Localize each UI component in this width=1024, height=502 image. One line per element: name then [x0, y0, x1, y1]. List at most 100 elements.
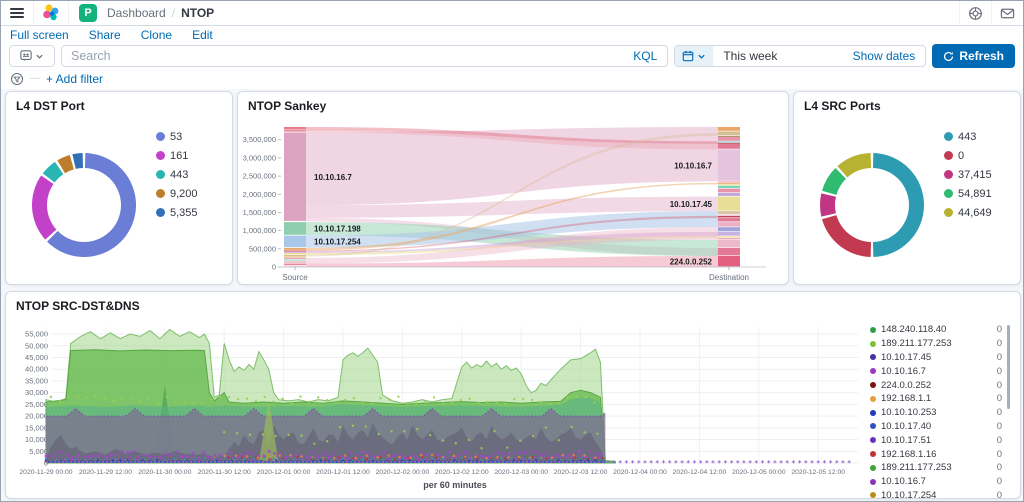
sankey-node[interactable] [284, 250, 306, 251]
date-quick-select-button[interactable] [675, 46, 713, 66]
legend-item[interactable]: 44,649 [944, 203, 992, 222]
sankey-node[interactable] [284, 256, 306, 257]
sankey-node[interactable] [718, 216, 740, 218]
sankey-node[interactable] [284, 253, 306, 254]
sankey-node[interactable] [718, 143, 740, 144]
legend-item[interactable]: 53 [156, 127, 198, 146]
legend-item[interactable]: 161 [156, 146, 198, 165]
sankey-node[interactable] [284, 266, 306, 267]
sankey-node[interactable] [718, 136, 740, 137]
legend-item[interactable]: 10.10.17.510 [870, 433, 1002, 447]
sankey-node[interactable] [718, 183, 740, 184]
donut-slice-37,415[interactable] [820, 193, 836, 216]
newsfeed-button[interactable] [991, 1, 1023, 25]
legend-value: 0 [997, 421, 1002, 432]
donut-slice-44,649[interactable] [837, 153, 871, 177]
legend-item[interactable]: 10.10.16.70 [870, 475, 1002, 489]
legend-item[interactable]: 54,891 [944, 184, 992, 203]
sankey-node[interactable] [718, 222, 740, 226]
sankey-node[interactable] [284, 255, 306, 256]
space-avatar[interactable]: P [79, 4, 97, 22]
legend-item[interactable]: 443 [156, 165, 198, 184]
sankey-node[interactable] [284, 131, 306, 132]
sankey-node[interactable] [718, 197, 740, 211]
src-ports-donut-chart [794, 115, 944, 283]
share-button[interactable]: Share [89, 28, 121, 42]
search-input[interactable] [62, 49, 623, 63]
sankey-node[interactable] [284, 260, 306, 261]
sankey-node[interactable] [718, 137, 740, 141]
sankey-node[interactable] [284, 130, 306, 131]
legend-item[interactable]: 192.168.1.10 [870, 392, 1002, 406]
sankey-node[interactable] [718, 131, 740, 135]
legend-item[interactable]: 10.10.17.2540 [870, 489, 1002, 499]
legend-item[interactable]: 9,200 [156, 184, 198, 203]
legend-item[interactable]: 443 [944, 127, 992, 146]
legend-item[interactable]: 189.211.177.2530 [870, 337, 1002, 351]
add-filter-button[interactable]: + Add filter [46, 72, 103, 86]
sankey-node[interactable] [718, 127, 740, 131]
sankey-node[interactable] [718, 181, 740, 182]
legend-item[interactable]: 192.168.1.160 [870, 447, 1002, 461]
breadcrumb-section[interactable]: Dashboard [107, 6, 166, 20]
sankey-node[interactable] [718, 218, 740, 221]
sankey-node[interactable] [284, 127, 306, 129]
donut-slice-54,891[interactable] [822, 168, 846, 195]
sankey-node[interactable] [718, 227, 740, 231]
sankey-node[interactable] [284, 261, 306, 263]
legend-item[interactable]: 189.211.177.2530 [870, 461, 1002, 475]
legend-item[interactable]: 0 [944, 146, 992, 165]
legend-item[interactable]: 224.0.0.2520 [870, 378, 1002, 392]
donut-slice-0[interactable] [822, 215, 871, 257]
svg-text:5,000: 5,000 [29, 447, 48, 456]
full-screen-button[interactable]: Full screen [10, 28, 69, 42]
clone-button[interactable]: Clone [141, 28, 172, 42]
sankey-node[interactable] [718, 189, 740, 193]
legend-item[interactable]: 37,415 [944, 165, 992, 184]
legend-item[interactable]: 10.10.17.450 [870, 351, 1002, 365]
sankey-node[interactable] [718, 214, 740, 215]
nav-menu-button[interactable] [1, 1, 33, 25]
legend-scrollbar[interactable] [1007, 325, 1010, 409]
donut-slice-443[interactable] [873, 153, 924, 257]
sankey-node[interactable] [718, 256, 740, 266]
sankey-node[interactable] [284, 248, 306, 250]
sankey-node[interactable] [718, 186, 740, 188]
query-language-button[interactable]: KQL [623, 49, 667, 63]
sankey-node[interactable] [284, 132, 306, 220]
help-button[interactable] [959, 1, 991, 25]
sankey-node[interactable] [718, 184, 740, 185]
svg-text:1,000,000: 1,000,000 [243, 226, 276, 235]
legend-label: 37,415 [958, 169, 992, 181]
sankey-node[interactable] [718, 149, 740, 180]
show-dates-button[interactable]: Show dates [853, 49, 926, 63]
donut-slice-5,355[interactable] [72, 153, 83, 169]
legend-item[interactable]: 10.10.17.400 [870, 420, 1002, 434]
edit-button[interactable]: Edit [192, 28, 213, 42]
sankey-node[interactable] [718, 232, 740, 236]
sankey-node[interactable] [718, 141, 740, 142]
sankey-node[interactable] [718, 144, 740, 149]
sankey-node[interactable] [284, 264, 306, 265]
legend-item[interactable]: 5,355 [156, 203, 198, 222]
sankey-node[interactable] [718, 236, 740, 237]
sankey-node[interactable] [718, 193, 740, 196]
elastic-home-button[interactable] [33, 1, 69, 25]
donut-slice-161[interactable] [32, 176, 56, 240]
legend-item[interactable]: 10.10.10.2530 [870, 406, 1002, 420]
filter-options-icon[interactable] [10, 72, 24, 86]
refresh-button[interactable]: Refresh [932, 44, 1015, 68]
time-range-value[interactable]: This week [713, 49, 852, 63]
sankey-node[interactable] [284, 252, 306, 253]
sankey-node[interactable] [718, 211, 740, 214]
sankey-node[interactable] [284, 258, 306, 259]
saved-query-button[interactable] [9, 45, 55, 67]
sankey-node[interactable] [284, 236, 306, 248]
sankey-node[interactable] [284, 222, 306, 235]
donut-slice-53[interactable] [47, 153, 136, 257]
legend-item[interactable]: 148.240.118.400 [870, 323, 1002, 337]
legend-item[interactable]: 10.10.16.70 [870, 364, 1002, 378]
sankey-node[interactable] [718, 248, 740, 255]
sankey-node[interactable] [718, 240, 740, 247]
sankey-node[interactable] [718, 238, 740, 239]
